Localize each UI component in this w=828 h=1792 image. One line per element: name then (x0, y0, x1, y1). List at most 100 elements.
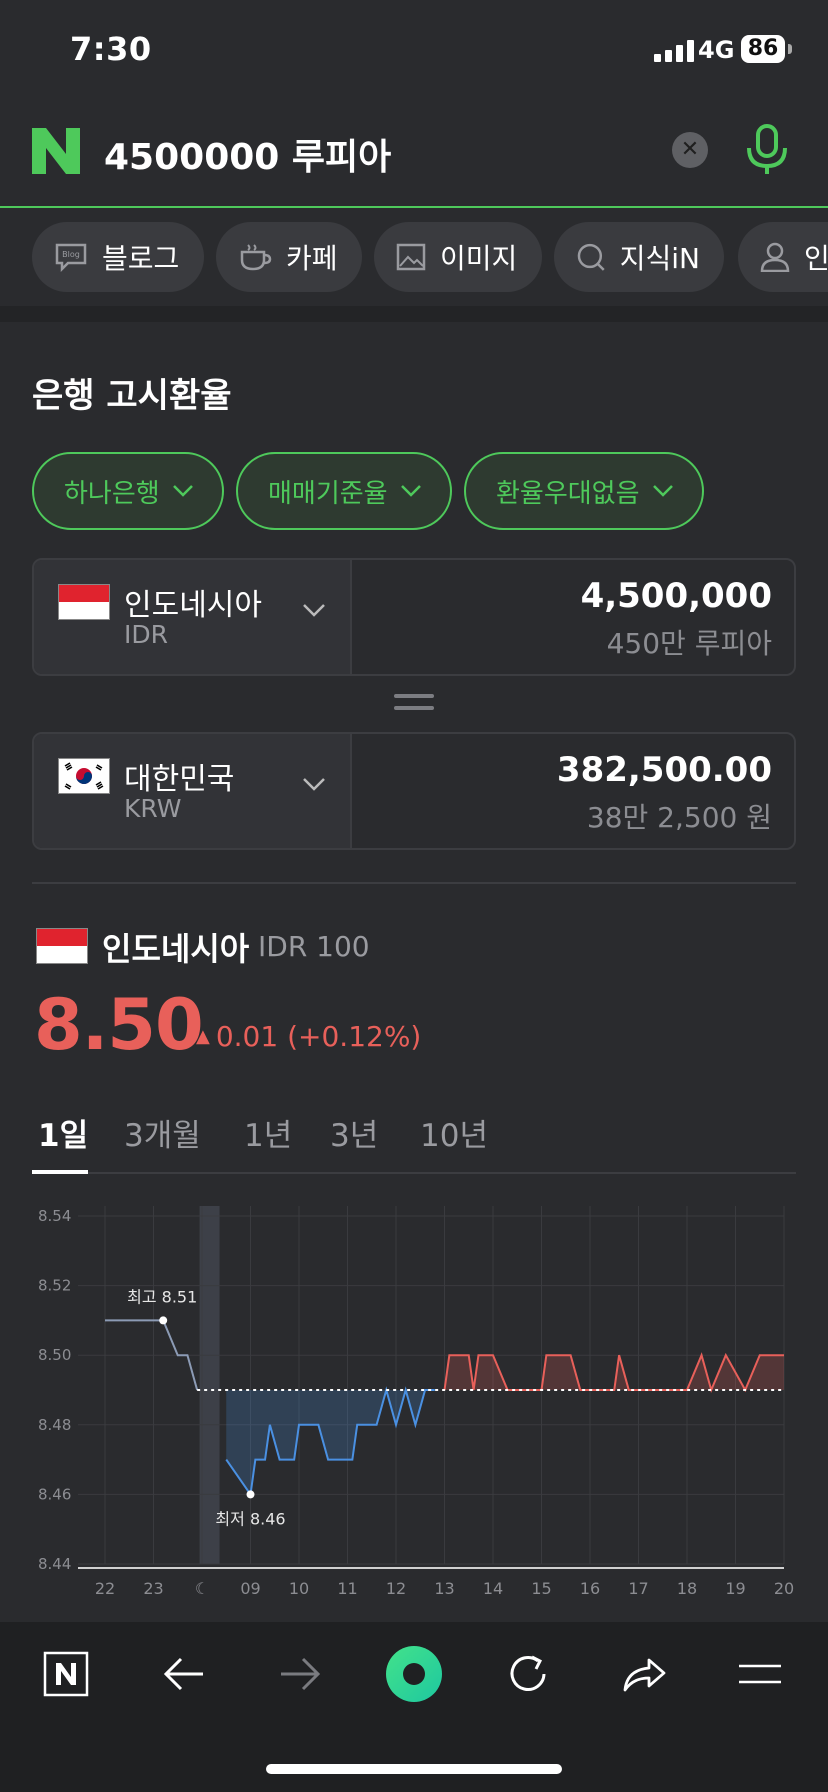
tab-3years[interactable]: 3년 (330, 1110, 378, 1155)
low-label: 최저 8.46 (215, 1509, 285, 1528)
x-tick-label: 10 (289, 1579, 309, 1598)
to-amount-words: 38만 2,500 원 (586, 801, 772, 834)
battery-icon: 86 (741, 35, 785, 63)
rate-change-value: 0.01 (+0.12%) (215, 1020, 422, 1053)
back-arrow-icon[interactable] (154, 1644, 214, 1704)
person-icon (760, 242, 790, 272)
converter-from: 인도네시아 IDR 4,500,000 450만 루피아 (32, 558, 796, 676)
chip-blog[interactable]: Blog 블로그 (32, 222, 204, 292)
rate-type-label: 매매기준율 (268, 478, 388, 509)
tab-1day[interactable]: 1일 (38, 1110, 88, 1155)
clear-search-button[interactable]: ✕ (672, 132, 708, 168)
exchange-rate-chart[interactable]: 8.54 8.52 8.50 8.48 8.46 8.44 22 23 ☾ 09 10 11 12 13 1… (0, 1190, 828, 1610)
home-indicator (266, 1764, 562, 1774)
rate-unit: IDR 100 (258, 930, 370, 963)
high-point-marker (159, 1316, 168, 1325)
tab-10years[interactable]: 10년 (420, 1110, 488, 1155)
green-dot-icon[interactable] (384, 1644, 444, 1704)
to-country-name: 대한민국 (124, 762, 235, 797)
chip-knowledge-in[interactable]: 지식iN (554, 222, 724, 292)
tab-3months[interactable]: 3개월 (124, 1110, 201, 1155)
from-currency-selector[interactable]: 인도네시아 IDR (34, 560, 352, 674)
x-tick-label: 12 (386, 1579, 406, 1598)
chip-cafe[interactable]: 카페 (216, 222, 362, 292)
x-tick-label: ☾ (195, 1579, 209, 1598)
blog-icon: Blog (55, 243, 87, 272)
low-point-marker (246, 1490, 255, 1499)
bottom-navigation (0, 1622, 828, 1792)
chevron-down-icon (303, 778, 325, 791)
forward-arrow-icon[interactable] (270, 1644, 330, 1704)
indonesia-flag-icon (36, 928, 88, 964)
menu-icon[interactable] (730, 1644, 790, 1704)
x-tick-label: 17 (628, 1579, 648, 1598)
series-area-down (226, 1390, 435, 1495)
bank-filter-label: 하나은행 (64, 478, 160, 509)
chip-label: 블로그 (102, 242, 180, 275)
share-icon[interactable] (614, 1644, 674, 1704)
knowledge-in-icon (577, 243, 605, 271)
y-tick-label: 8.44 (38, 1555, 71, 1573)
x-tick-label: 11 (337, 1579, 357, 1598)
image-icon (396, 243, 426, 271)
rate-value: 8.50 (34, 984, 204, 1066)
status-bar: 7:30 4G 86 (0, 0, 828, 100)
to-currency-selector[interactable]: 대한민국 KRW (34, 734, 352, 848)
bank-filter-dropdown[interactable]: 하나은행 (32, 452, 224, 530)
rate-type-dropdown[interactable]: 매매기준율 (236, 452, 452, 530)
battery-nub (788, 44, 792, 54)
section-title: 은행 고시환율 (32, 376, 232, 416)
microphone-icon[interactable] (744, 122, 790, 178)
from-amount-words: 450만 루피아 (606, 627, 772, 660)
x-tick-label: 20 (774, 1579, 794, 1598)
y-tick-label: 8.48 (38, 1416, 71, 1434)
korea-flag-icon (58, 758, 110, 794)
chip-image[interactable]: 이미지 (374, 222, 542, 292)
chevron-down-icon (303, 604, 325, 617)
x-tick-label: 19 (725, 1579, 745, 1598)
from-currency-code: IDR (124, 620, 168, 649)
section-divider (0, 306, 828, 322)
status-time: 7:30 (70, 30, 152, 68)
y-tick-label: 8.46 (38, 1485, 71, 1503)
chip-label: 인 (804, 242, 828, 275)
rate-change: ▲ 0.01 (+0.12%) (196, 1020, 421, 1053)
refresh-icon[interactable] (498, 1644, 558, 1704)
x-tick-label: 23 (143, 1579, 163, 1598)
divider (32, 882, 796, 884)
y-tick-label: 8.54 (38, 1207, 71, 1225)
chevron-down-icon (172, 485, 193, 497)
chip-label: 이미지 (440, 242, 518, 275)
high-label: 최고 8.51 (127, 1287, 197, 1306)
x-tick-label: 16 (580, 1579, 600, 1598)
x-tick-label: 22 (95, 1579, 115, 1598)
x-tick-label: 14 (483, 1579, 503, 1598)
chip-label: 지식iN (619, 242, 700, 275)
chart-svg: 8.54 8.52 8.50 8.48 8.46 8.44 22 23 ☾ 09 10 11 12 13 1… (38, 1206, 794, 1598)
preference-label: 환율우대없음 (496, 478, 640, 509)
equals-icon (394, 694, 434, 714)
chip-label: 카페 (286, 242, 338, 275)
x-tick-label: 18 (677, 1579, 697, 1598)
search-input[interactable]: 4500000 루피아 (104, 128, 391, 180)
preference-dropdown[interactable]: 환율우대없음 (464, 452, 704, 530)
from-country-name: 인도네시아 (124, 588, 262, 623)
active-tab-underline (32, 1170, 88, 1174)
chip-person[interactable]: 인 (738, 222, 828, 292)
x-tick-label: 15 (531, 1579, 551, 1598)
naver-logo-icon[interactable] (32, 128, 80, 174)
tab-1year[interactable]: 1년 (244, 1110, 292, 1155)
chevron-down-icon (400, 485, 421, 497)
x-tick-label: 13 (434, 1579, 454, 1598)
to-amount-input[interactable]: 382,500.00 (557, 750, 772, 790)
naver-home-icon[interactable] (36, 1644, 96, 1704)
cafe-cup-icon (240, 244, 272, 271)
to-currency-code: KRW (124, 794, 182, 823)
converter-to: 대한민국 KRW 382,500.00 38만 2,500 원 (32, 732, 796, 850)
from-amount-input[interactable]: 4,500,000 (581, 576, 772, 616)
y-tick-label: 8.50 (38, 1346, 71, 1364)
up-triangle-icon: ▲ (196, 1026, 210, 1047)
category-chips: Blog 블로그 카페 이미지 지식iN 인 (0, 222, 828, 296)
x-tick-label: 09 (240, 1579, 260, 1598)
chevron-down-icon (652, 485, 673, 497)
